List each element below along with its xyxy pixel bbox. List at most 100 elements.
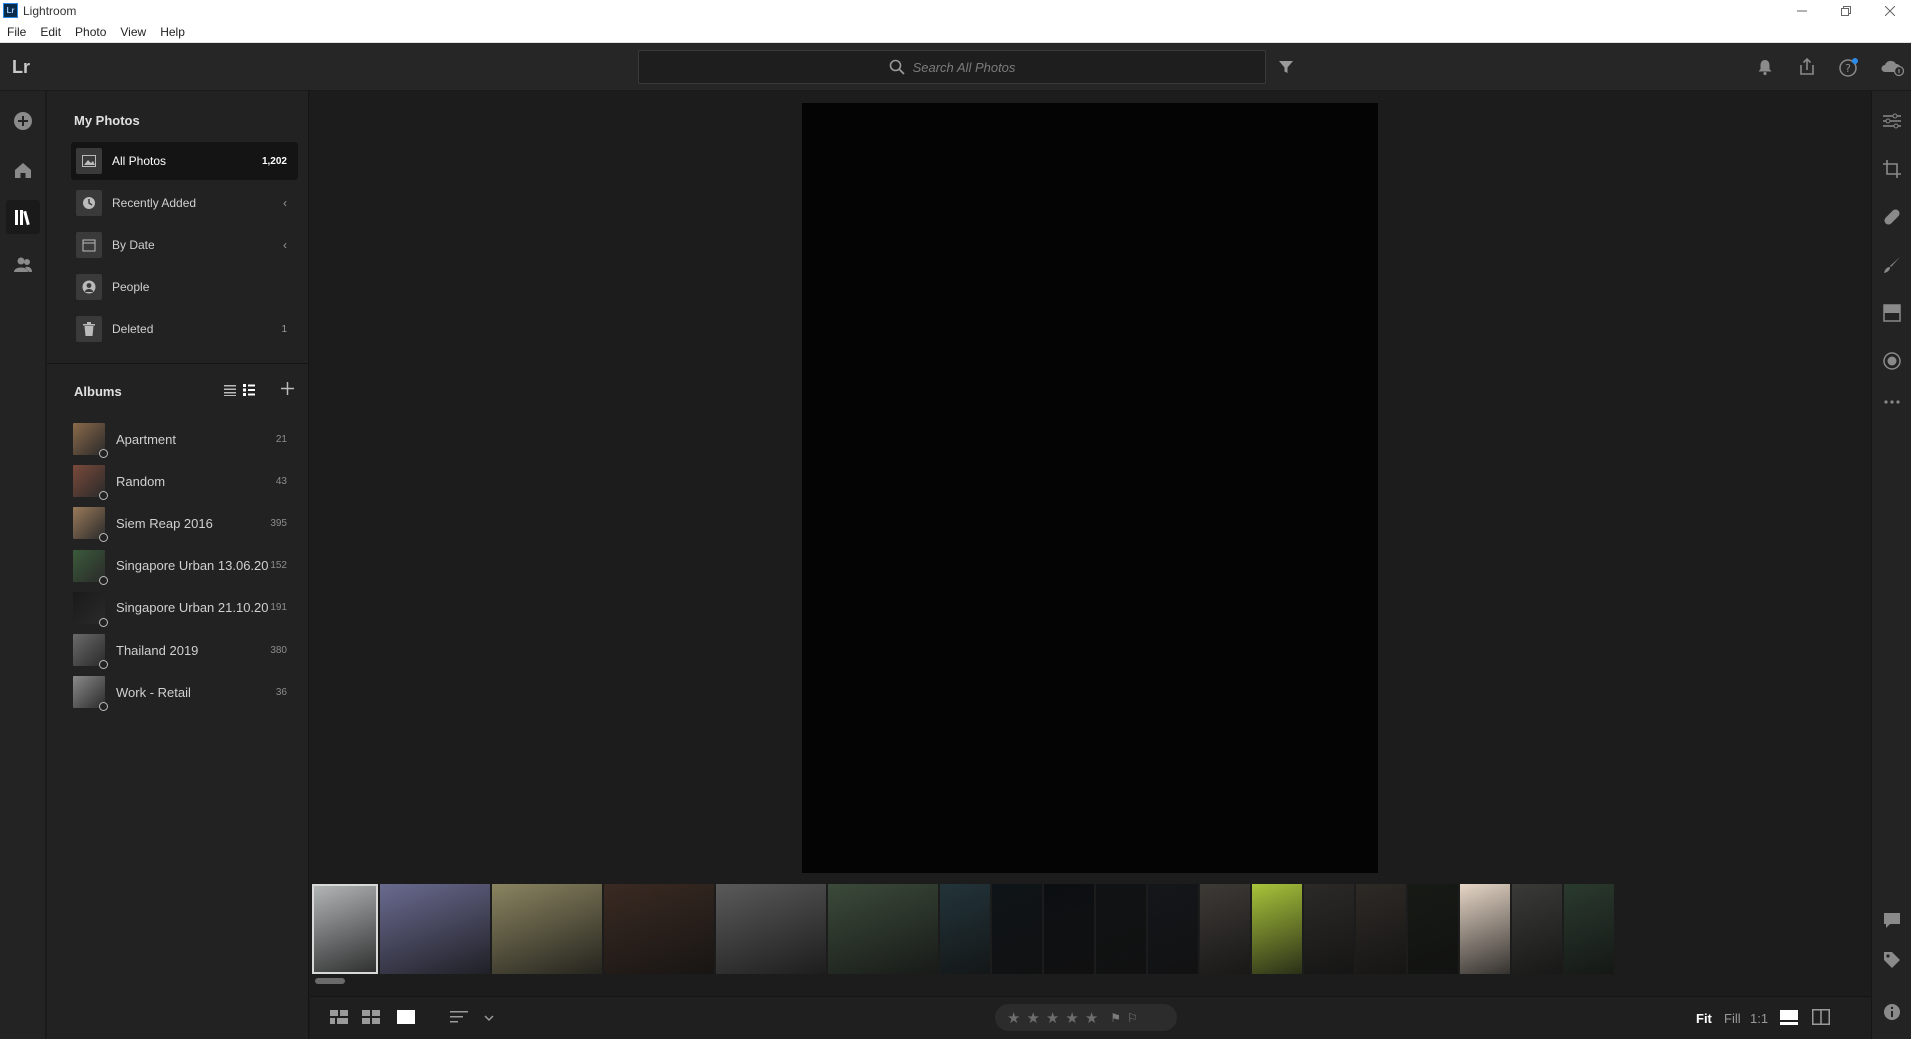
star-1[interactable]: ★ — [1007, 1009, 1020, 1027]
album-item[interactable]: Singapore Urban 13.06.20 152 — [71, 547, 298, 585]
comments-button[interactable] — [1881, 909, 1903, 931]
filmstrip-thumbnail[interactable] — [828, 884, 938, 974]
nav-label: By Date — [112, 238, 155, 252]
menu-help[interactable]: Help — [153, 25, 192, 39]
filmstrip-thumbnail[interactable] — [312, 884, 378, 974]
sort-dropdown[interactable] — [484, 1010, 494, 1028]
add-album-button[interactable] — [281, 382, 294, 400]
share-button[interactable] — [1797, 57, 1817, 77]
star-5[interactable]: ★ — [1085, 1009, 1098, 1027]
sort-button[interactable] — [450, 1009, 470, 1030]
list-view-button[interactable] — [224, 383, 236, 401]
home-button[interactable] — [12, 159, 34, 181]
nav-recently-added[interactable]: Recently Added ‹ — [71, 184, 298, 222]
linear-gradient-button[interactable] — [1881, 302, 1903, 324]
nav-all-photos[interactable]: All Photos 1,202 — [71, 142, 298, 180]
bottom-toolbar: ★ ★ ★ ★ ★ ⚑ ⚐ Fit Fill 1:1 — [310, 996, 1871, 1039]
filmstrip-thumbnail[interactable] — [380, 884, 490, 974]
more-button[interactable] — [1881, 391, 1903, 413]
nav-count: 1 — [281, 323, 287, 335]
filmstrip-thumbnail[interactable] — [1356, 884, 1406, 974]
healing-button[interactable] — [1881, 206, 1903, 228]
library-panel: My Photos All Photos 1,202 Recently Adde… — [47, 91, 309, 1039]
filmstrip-scrollbar[interactable] — [315, 978, 345, 984]
search-input[interactable]: Search All Photos — [638, 50, 1266, 84]
filmstrip-thumbnail[interactable] — [1200, 884, 1250, 974]
help-button[interactable]: ? — [1838, 57, 1858, 77]
minimize-button[interactable] — [1780, 0, 1824, 21]
keywords-button[interactable] — [1881, 949, 1903, 971]
photo-preview[interactable] — [802, 103, 1378, 873]
add-photos-button[interactable] — [12, 110, 34, 132]
filmstrip-thumbnail[interactable] — [492, 884, 602, 974]
cloud-sync-button[interactable] — [1880, 57, 1905, 77]
filmstrip-thumbnail[interactable] — [1044, 884, 1094, 974]
restore-button[interactable] — [1824, 0, 1868, 21]
edit-button[interactable] — [1881, 110, 1903, 132]
people-view-button[interactable] — [12, 254, 34, 276]
rating-flag-control: ★ ★ ★ ★ ★ ⚑ ⚐ — [995, 1004, 1177, 1031]
menu-edit[interactable]: Edit — [33, 25, 68, 39]
menu-view[interactable]: View — [113, 25, 153, 39]
chevron-left-icon[interactable]: ‹ — [283, 196, 287, 210]
star-3[interactable]: ★ — [1046, 1009, 1059, 1027]
zoom-fit[interactable]: Fit — [1696, 1011, 1712, 1026]
library-button[interactable] — [12, 206, 34, 228]
nav-label: All Photos — [112, 154, 167, 168]
close-button[interactable] — [1868, 0, 1911, 21]
filmstrip-toggle-button[interactable] — [1780, 1010, 1798, 1031]
album-thumbnail — [73, 549, 108, 585]
star-4[interactable]: ★ — [1065, 1009, 1078, 1027]
filmstrip-thumbnail[interactable] — [1304, 884, 1354, 974]
radial-gradient-button[interactable] — [1881, 350, 1903, 372]
album-item[interactable]: Random 43 — [71, 462, 298, 501]
reject-flag-icon[interactable]: ⚐ — [1127, 1011, 1138, 1025]
filmstrip-thumbnail[interactable] — [716, 884, 826, 974]
info-icon — [1884, 1004, 1900, 1020]
album-item[interactable]: Siem Reap 2016 395 — [71, 504, 298, 543]
album-item[interactable]: Work - Retail 36 — [71, 673, 298, 712]
menu-photo[interactable]: Photo — [68, 25, 113, 39]
nav-people[interactable]: People — [71, 268, 298, 306]
filmstrip-thumbnail[interactable] — [1096, 884, 1146, 974]
filmstrip-thumbnail[interactable] — [940, 884, 990, 974]
detail-view-icon — [397, 1010, 415, 1024]
search-icon — [889, 59, 905, 75]
filmstrip-thumbnail[interactable] — [1252, 884, 1302, 974]
crop-button[interactable] — [1881, 158, 1903, 180]
brush-button[interactable] — [1881, 254, 1903, 276]
star-2[interactable]: ★ — [1026, 1009, 1039, 1027]
menu-file[interactable]: File — [0, 25, 33, 39]
filmstrip-thumbnail[interactable] — [992, 884, 1042, 974]
radial-gradient-icon — [1883, 352, 1901, 370]
album-count: 152 — [270, 560, 287, 572]
filmstrip-thumbnail[interactable] — [604, 884, 714, 974]
album-thumbnail — [73, 634, 108, 669]
photo-grid-button[interactable] — [330, 1009, 348, 1030]
square-grid-button[interactable] — [362, 1009, 380, 1030]
menu-bar: File Edit Photo View Help — [0, 21, 1911, 43]
filmstrip-thumbnail[interactable] — [1564, 884, 1614, 974]
filter-button[interactable] — [1278, 59, 1294, 80]
album-item[interactable]: Singapore Urban 21.10.20 191 — [71, 589, 298, 627]
compare-button[interactable] — [1812, 1009, 1830, 1030]
zoom-fill[interactable]: Fill — [1724, 1011, 1741, 1026]
square-grid-icon — [362, 1010, 380, 1024]
info-button[interactable] — [1881, 1001, 1903, 1023]
nav-by-date[interactable]: By Date ‹ — [71, 226, 298, 264]
filmstrip-thumbnail[interactable] — [1512, 884, 1562, 974]
album-item[interactable]: Apartment 21 — [71, 420, 298, 458]
notifications-button[interactable] — [1755, 57, 1775, 77]
filmstrip-thumbnail[interactable] — [1148, 884, 1198, 974]
left-rail — [0, 91, 46, 1039]
filmstrip-thumbnail[interactable] — [1408, 884, 1458, 974]
album-item[interactable]: Thailand 2019 380 — [71, 631, 298, 669]
filmstrip-thumbnail[interactable] — [1460, 884, 1510, 974]
thumbnail-list-button[interactable] — [243, 383, 255, 401]
chevron-left-icon[interactable]: ‹ — [283, 238, 287, 252]
pick-flag-icon[interactable]: ⚑ — [1110, 1011, 1121, 1025]
detail-view-button[interactable] — [397, 1009, 415, 1030]
close-icon — [1885, 5, 1895, 16]
zoom-1to1[interactable]: 1:1 — [1750, 1011, 1768, 1026]
nav-deleted[interactable]: Deleted 1 — [71, 310, 298, 348]
